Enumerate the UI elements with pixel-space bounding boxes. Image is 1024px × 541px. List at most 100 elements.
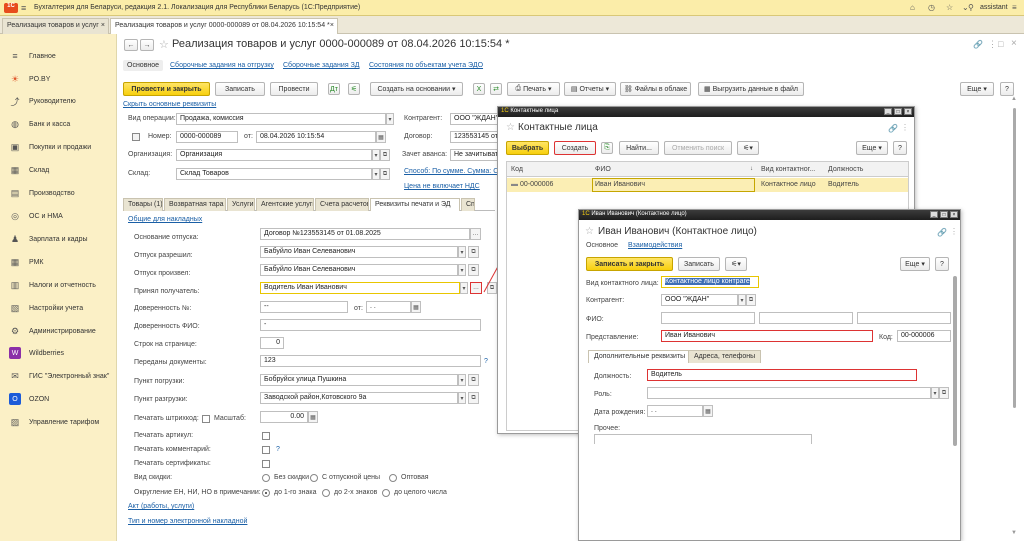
structure-icon[interactable]: ⚟	[348, 83, 360, 95]
number-field[interactable]: 0000-000089	[176, 131, 238, 143]
post-button[interactable]: Провести	[270, 82, 318, 96]
fio-middle-field[interactable]	[857, 312, 951, 324]
proxy-fio-field[interactable]: -	[260, 319, 481, 331]
tab-sales-document[interactable]: Реализация товаров и услуг 0000-000089 о…	[110, 18, 338, 34]
dt-kt-icon[interactable]: Дт	[328, 83, 340, 95]
common-for-waybills-link[interactable]: Общие для накладных	[128, 216, 202, 223]
col-sort-icon[interactable]: ↓	[750, 166, 753, 172]
sidebar-item-10[interactable]: ▦ РМК	[0, 252, 117, 272]
bell-icon[interactable]: ⌂	[910, 3, 915, 12]
maximize-icon[interactable]: □	[998, 39, 1003, 49]
unloading-point-open-icon[interactable]: ⧉	[468, 392, 479, 404]
birthdate-calendar-icon[interactable]: ▦	[703, 405, 713, 417]
print-certs-checkbox[interactable]	[262, 460, 270, 468]
table-row[interactable]: ▬ 00-000006 Иван Иванович Контактное лиц…	[507, 178, 908, 192]
operation-dropdown-icon[interactable]: ▾	[386, 113, 394, 125]
print-article-checkbox[interactable]	[262, 432, 270, 440]
tab-additional[interactable]: Дополнительные реквизиты	[588, 350, 692, 363]
cloud-files-button[interactable]: ⛓ Файлы в облаке	[620, 82, 691, 96]
copy-icon[interactable]: ⎘	[601, 142, 613, 154]
col-fio[interactable]: ФИО	[595, 166, 611, 173]
cancel-search-button[interactable]: Отменить поиск	[664, 141, 732, 155]
unloading-point-field[interactable]: Заводской район,Котовского 9а	[260, 392, 458, 404]
date-field[interactable]: 08.04.2026 10:15:54	[256, 131, 376, 143]
release-allowed-open-icon[interactable]: ⧉	[468, 246, 479, 258]
sidebar-item-7[interactable]: ▤ Производство	[0, 183, 117, 203]
sidebar-item-8[interactable]: ◎ ОС и НМА	[0, 206, 117, 226]
rounding-1-radio[interactable]	[262, 489, 270, 497]
create-based-button[interactable]: Создать на основании ▾	[370, 82, 463, 96]
sidebar-item-13[interactable]: ⚙ Администрирование	[0, 321, 117, 341]
structure-button[interactable]: ⚟▾	[725, 257, 747, 271]
organization-open-icon[interactable]: ⧉	[380, 149, 390, 161]
proxy-date-field[interactable]: . .	[366, 301, 411, 313]
col-code[interactable]: Код	[511, 166, 523, 173]
warehouse-field[interactable]: Склад Товаров	[176, 168, 372, 180]
sidebar-item-17[interactable]: ▨ Управление тарифом	[0, 412, 117, 432]
discount-none-radio[interactable]	[262, 474, 270, 482]
link-icon[interactable]: 🔗	[973, 40, 983, 49]
help-button[interactable]: ?	[935, 257, 949, 271]
birthdate-field[interactable]: . .	[647, 405, 703, 417]
proxy-field[interactable]: --	[260, 301, 348, 313]
contact-kind-field[interactable]: Контактное лицо контраге	[661, 276, 759, 288]
link-icon[interactable]: 🔗	[937, 228, 947, 237]
subtab-7[interactable]: Спи	[461, 198, 475, 211]
export-file-button[interactable]: ▦ Выгрузить данные в файл	[698, 82, 804, 96]
post-close-button[interactable]: Провести и закрыть	[123, 82, 210, 96]
loading-point-field[interactable]: Бобруйск улица Пушкина	[260, 374, 458, 386]
close-icon[interactable]: ×	[1011, 38, 1017, 49]
structure-button[interactable]: ⚟▾	[737, 141, 759, 155]
print-comment-help-icon[interactable]: ?	[276, 446, 280, 453]
receiver-dropdown-icon[interactable]: ▾	[460, 282, 468, 294]
act-link[interactable]: Акт (работы, услуги)	[128, 503, 194, 510]
contractor-dropdown-icon[interactable]: ▾	[738, 294, 746, 306]
basis-field[interactable]: Договор №123553145 от 01.08.2025	[260, 228, 470, 240]
sidebar-item-6[interactable]: ▦ Склад	[0, 160, 117, 180]
scale-field[interactable]: 0.00	[260, 411, 308, 423]
scrollbar[interactable]	[953, 276, 957, 446]
more-button[interactable]: Еще ▾	[960, 82, 994, 96]
vat-link[interactable]: Цена не включает НДС	[404, 183, 480, 190]
release-made-open-icon[interactable]: ⧉	[468, 264, 479, 276]
nav-interactions[interactable]: Взаимодействия	[628, 242, 682, 249]
select-button[interactable]: Выбрать	[506, 141, 549, 155]
sidebar-item-12[interactable]: ▧ Настройки учета	[0, 298, 117, 318]
subtab-2[interactable]: Возвратная тара	[164, 198, 226, 211]
star-icon[interactable]: ☆	[946, 3, 953, 12]
discount-release-radio[interactable]	[310, 474, 318, 482]
find-button[interactable]: Найти...	[619, 141, 659, 155]
close-icon[interactable]: ×	[904, 108, 912, 115]
subtab-4[interactable]: Агентские услуги	[256, 198, 314, 211]
subtab-1[interactable]: Товары (1)	[123, 198, 163, 211]
help-button[interactable]: ?	[1000, 82, 1014, 96]
excel-icon[interactable]: X	[473, 83, 485, 95]
discount-wholesale-radio[interactable]	[389, 474, 397, 482]
organization-field[interactable]: Организация	[176, 149, 372, 161]
link-icon[interactable]: 🔗	[888, 124, 898, 133]
sidebar-item-16[interactable]: O OZON	[0, 389, 117, 409]
subtab-3[interactable]: Услуги	[227, 198, 255, 211]
print-button[interactable]: ⎙ Печать ▾	[507, 82, 560, 96]
fio-first-field[interactable]	[759, 312, 853, 324]
save-close-button[interactable]: Записать и закрыть	[586, 257, 673, 271]
search-icon[interactable]: ⚲	[968, 3, 974, 12]
col-position[interactable]: Должность	[828, 166, 863, 173]
release-made-field[interactable]: Бабуйло Иван Селеванович	[260, 264, 458, 276]
release-allowed-dropdown-icon[interactable]: ▾	[458, 246, 466, 258]
col-kind[interactable]: Вид контактног...	[761, 166, 815, 173]
save-button[interactable]: Записать	[215, 82, 265, 96]
proxy-calendar-icon[interactable]: ▦	[411, 301, 421, 313]
role-open-icon[interactable]: ⧉	[939, 387, 949, 399]
subtab-5[interactable]: Счета расчетов	[315, 198, 369, 211]
sidebar-item-9[interactable]: ♟ Зарплата и кадры	[0, 229, 117, 249]
back-button[interactable]: ←	[124, 39, 138, 51]
rounding-2-radio[interactable]	[322, 489, 330, 497]
subtab-6[interactable]: Реквизиты печати и ЭД	[370, 198, 460, 211]
tab-addresses[interactable]: Адреса, телефоны	[688, 350, 762, 363]
receiver-field[interactable]: Водитель Иван Иванович	[260, 282, 460, 294]
position-field[interactable]: Водитель	[647, 369, 917, 381]
tab-sales-list[interactable]: Реализация товаров и услуг ×	[2, 18, 109, 34]
more-button[interactable]: Еще ▾	[900, 257, 930, 271]
save-button[interactable]: Записать	[678, 257, 720, 271]
